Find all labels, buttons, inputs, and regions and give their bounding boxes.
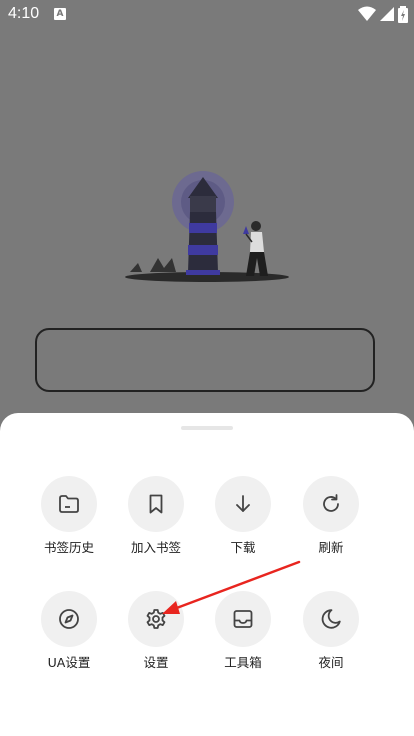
bottom-sheet-menu: 书签历史 加入书签 下载 刷新 UA设置 设置 工具箱 夜间: [0, 413, 414, 736]
bookmark-history-button[interactable]: 书签历史: [25, 476, 113, 566]
address-input[interactable]: [35, 328, 375, 392]
lighthouse-illustration: [125, 171, 289, 282]
gear-icon: [146, 609, 166, 629]
refresh-button[interactable]: 刷新: [287, 476, 375, 566]
night-mode-button[interactable]: 夜间: [287, 591, 375, 681]
add-bookmark-button[interactable]: 加入书签: [112, 476, 200, 566]
settings-circle: [128, 591, 184, 647]
refresh-circle: [303, 476, 359, 532]
ua-settings-circle: [41, 591, 97, 647]
ua-settings-label: UA设置: [47, 655, 91, 670]
download-circle: [215, 476, 271, 532]
settings-button[interactable]: 设置: [112, 591, 200, 681]
notification-icon: A: [54, 8, 66, 20]
night-mode-circle: [303, 591, 359, 647]
download-button[interactable]: 下载: [199, 476, 287, 566]
toolbox-button[interactable]: 工具箱: [199, 591, 287, 681]
toolbox-circle: [215, 591, 271, 647]
folder-icon: [59, 495, 79, 513]
add-bookmark-circle: [128, 476, 184, 532]
ua-settings-button[interactable]: UA设置: [25, 591, 113, 681]
download-label: 下载: [230, 540, 256, 555]
download-arrow-icon: [236, 495, 250, 512]
refresh-label: 刷新: [318, 540, 344, 555]
signal-icon: [380, 7, 394, 21]
inbox-tray-icon: [233, 610, 253, 628]
battery-icon: [398, 5, 408, 23]
sheet-handle[interactable]: [181, 426, 233, 430]
compass-icon: [59, 609, 79, 629]
add-bookmark-label: 加入书签: [130, 540, 181, 555]
wifi-icon: [358, 6, 376, 21]
moon-icon: [321, 609, 341, 629]
night-mode-label: 夜间: [318, 655, 344, 670]
toolbox-label: 工具箱: [224, 655, 262, 670]
bookmark-icon: [149, 494, 163, 514]
status-icons: [358, 5, 408, 23]
status-time: 4:10: [8, 5, 40, 22]
bookmark-history-circle: [41, 476, 97, 532]
settings-label: 设置: [143, 655, 169, 670]
bookmark-history-label: 书签历史: [43, 540, 94, 555]
refresh-icon: [323, 494, 339, 512]
status-bar: 4:10 A: [0, 0, 414, 28]
